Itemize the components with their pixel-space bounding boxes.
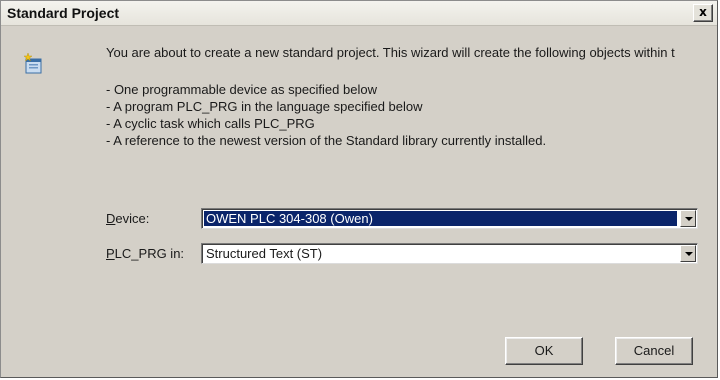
list-item: - A reference to the newest version of t…: [106, 133, 547, 148]
close-button[interactable]: x: [693, 4, 713, 22]
list-item: - A cyclic task which calls PLC_PRG: [106, 116, 315, 131]
device-label: Device:: [106, 211, 149, 226]
objects-list: - One programmable device as specified b…: [106, 81, 706, 149]
wizard-icon: [23, 53, 42, 74]
plc-prg-label: PLC_PRG in:: [106, 246, 184, 261]
device-select[interactable]: OWEN PLC 304-308 (Owen): [201, 208, 698, 229]
list-item: - One programmable device as specified b…: [106, 82, 377, 97]
language-select[interactable]: Structured Text (ST): [201, 243, 698, 264]
device-label-mnemonic: D: [106, 211, 116, 226]
list-item: - A program PLC_PRG in the language spec…: [106, 99, 423, 114]
device-label-text: evice:: [115, 211, 150, 226]
language-select-value: Structured Text (ST): [206, 246, 323, 261]
dialog-title: Standard Project: [7, 5, 120, 21]
plc-prg-label-mnemonic: P: [106, 246, 115, 261]
ok-button[interactable]: OK: [505, 337, 583, 365]
device-select-value: OWEN PLC 304-308 (Owen): [204, 211, 677, 226]
plc-prg-label-text: LC_PRG in:: [114, 246, 185, 261]
cancel-button[interactable]: Cancel: [615, 337, 693, 365]
intro-text: You are about to create a new standard p…: [106, 45, 675, 60]
chevron-down-icon[interactable]: [680, 245, 696, 262]
title-bar[interactable]: Standard Project x: [1, 1, 717, 26]
chevron-down-icon[interactable]: [680, 210, 696, 227]
standard-project-dialog: Standard Project x You are about to crea…: [0, 0, 718, 378]
